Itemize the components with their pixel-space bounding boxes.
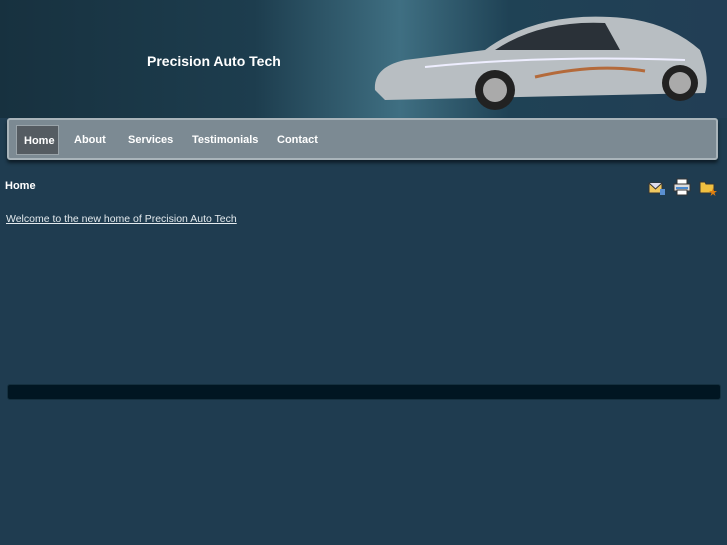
header-banner: Precision Auto Tech (0, 0, 727, 118)
welcome-link[interactable]: Welcome to the new home of Precision Aut… (6, 213, 237, 225)
nav-about[interactable]: About (67, 125, 113, 155)
nav-home[interactable]: Home (16, 125, 59, 155)
site-title: Precision Auto Tech (147, 53, 281, 69)
breadcrumb: Home (5, 180, 36, 192)
footer-bar (7, 384, 721, 400)
main-nav: Home About Services Testimonials Contact (7, 118, 718, 160)
car-image (374, 16, 707, 110)
print-icon[interactable] (673, 178, 691, 196)
bookmark-folder-icon[interactable] (699, 178, 717, 196)
nav-contact[interactable]: Contact (270, 125, 325, 155)
nav-testimonials[interactable]: Testimonials (185, 125, 265, 155)
nav-services[interactable]: Services (121, 125, 180, 155)
email-icon[interactable] (648, 178, 666, 196)
